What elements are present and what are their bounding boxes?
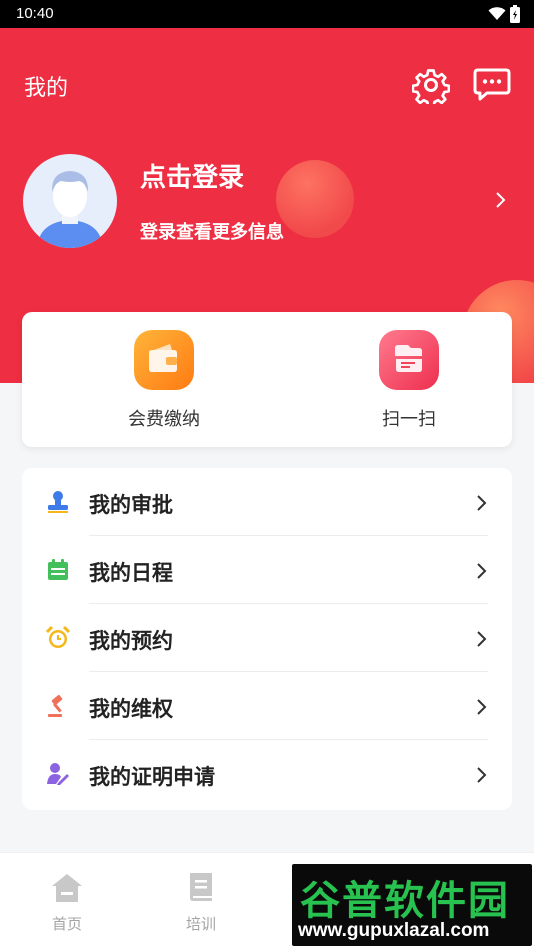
decorative-circle [276, 160, 354, 238]
chevron-right-icon [477, 699, 487, 715]
gear-icon[interactable] [412, 66, 450, 104]
menu-item-label: 我的维权 [89, 697, 173, 721]
watermark-text: 谷普软件园 [300, 878, 510, 924]
menu-list: 我的审批 我的日程 我的预约 我的维权 我的证明申请 [22, 468, 512, 810]
scan-icon [379, 330, 439, 390]
signature-icon [47, 763, 69, 785]
menu-item-approval[interactable]: 我的审批 [22, 468, 512, 536]
tab-label: 首页 [51, 915, 82, 933]
wifi-icon [488, 7, 506, 20]
scan-button[interactable]: 扫一扫 [329, 312, 489, 447]
watermark-url: www.gupuxlazal.com [298, 920, 490, 941]
status-bar: 10:40 [0, 0, 534, 28]
page-title: 我的 [24, 76, 69, 101]
menu-item-label: 我的预约 [89, 629, 173, 653]
approval-stamp-icon [48, 491, 68, 513]
book-icon [190, 873, 212, 901]
message-icon[interactable] [473, 68, 511, 102]
chevron-right-icon[interactable] [493, 190, 507, 210]
menu-item-rights[interactable]: 我的维权 [22, 672, 512, 740]
login-title[interactable]: 点击登录 [140, 157, 244, 194]
menu-item-label: 我的审批 [89, 493, 173, 517]
chevron-right-icon [477, 767, 487, 783]
status-time: 10:40 [16, 5, 54, 22]
home-icon [52, 874, 82, 902]
scan-label: 扫一扫 [382, 409, 436, 430]
battery-icon [510, 5, 520, 23]
alarm-clock-icon [46, 626, 70, 648]
watermark-logo: 谷普软件园 www.gupuxlazal.com [292, 864, 532, 946]
quick-actions-card: 会费缴纳 扫一扫 [22, 312, 512, 447]
dues-payment-label: 会费缴纳 [128, 409, 200, 430]
menu-item-schedule[interactable]: 我的日程 [22, 536, 512, 604]
menu-item-label: 我的日程 [89, 561, 173, 585]
menu-item-appointment[interactable]: 我的预约 [22, 604, 512, 672]
calendar-icon [48, 559, 68, 580]
chevron-right-icon [477, 631, 487, 647]
dues-payment-button[interactable]: 会费缴纳 [84, 312, 244, 447]
chevron-right-icon [477, 495, 487, 511]
avatar[interactable] [23, 154, 117, 248]
menu-item-certificate[interactable]: 我的证明申请 [22, 740, 512, 808]
menu-item-label: 我的证明申请 [89, 765, 215, 789]
tab-home[interactable]: 首页 [0, 853, 134, 951]
wallet-icon [134, 330, 194, 390]
tab-label: 培训 [185, 915, 216, 933]
chevron-right-icon [477, 563, 487, 579]
gavel-icon [48, 694, 63, 717]
login-subtitle: 登录查看更多信息 [140, 222, 284, 243]
tab-training[interactable]: 培训 [134, 853, 268, 951]
